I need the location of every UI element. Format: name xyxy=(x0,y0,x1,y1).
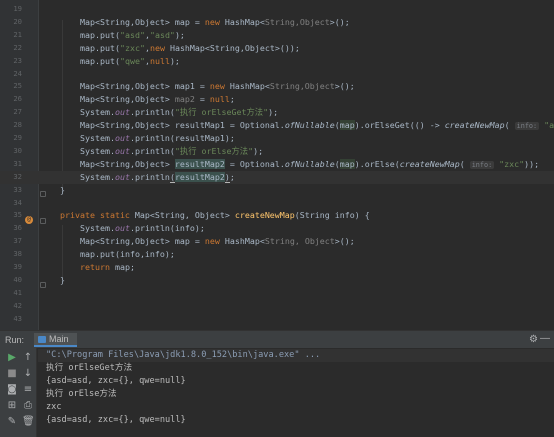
rerun-icon[interactable]: ▶ xyxy=(6,352,18,364)
console-line: 执行 orElseGet方法 xyxy=(46,363,133,373)
code-line[interactable]: 27 System.out.println("执行 orElseGet方法"); xyxy=(0,106,554,119)
line-number: 35 xyxy=(13,210,22,220)
code-line[interactable]: 30 System.out.println("执行 orElse方法"); xyxy=(0,145,554,158)
run-panel-header: Run: Main ⚙ — xyxy=(0,330,554,349)
code-text: System.out.println("执行 orElseGet方法"); xyxy=(80,107,279,118)
screenshot-icon[interactable]: ◙ xyxy=(6,384,18,396)
scroll-down-icon[interactable]: ↓ xyxy=(22,368,34,380)
code-text: private static Map<String, Object> creat… xyxy=(60,210,370,221)
code-text: System.out.println(info); xyxy=(80,223,205,234)
method-marker-icon[interactable]: @ xyxy=(25,216,33,224)
code-text: System.out.println(resultMap2); xyxy=(80,171,235,183)
line-number: 34 xyxy=(13,197,22,207)
code-text: System.out.println(resultMap1); xyxy=(80,133,235,143)
line-number: 29 xyxy=(13,133,22,142)
code-line[interactable]: 41 xyxy=(0,287,554,300)
code-line[interactable]: 22 map.put("zxc",new HashMap<String,Objec… xyxy=(0,42,554,55)
console-line: {asd=asd, zxc={}, qwe=null} xyxy=(46,415,186,425)
code-line[interactable]: 25 Map<String,Object> map1 = new HashMap<… xyxy=(0,80,554,93)
line-number: 27 xyxy=(13,107,22,117)
code-line[interactable]: 36 System.out.println(info); xyxy=(0,222,554,235)
code-line[interactable]: 20 Map<String,Object> map = new HashMap<S… xyxy=(0,16,554,29)
scroll-up-icon[interactable]: ↑ xyxy=(22,352,34,364)
code-line[interactable]: 42 xyxy=(0,300,554,313)
soft-wrap-icon[interactable]: ≡ xyxy=(22,384,34,396)
console-line: {asd=asd, zxc={}, qwe=null} xyxy=(46,376,186,386)
code-line[interactable]: 40} xyxy=(0,274,554,287)
code-line[interactable]: 28 Map<String,Object> resultMap1 = Option… xyxy=(0,119,554,132)
code-text: map.put(info,info); xyxy=(80,249,175,260)
line-number: 39 xyxy=(13,262,22,271)
line-number: 33 xyxy=(13,184,22,194)
code-line[interactable]: 33} xyxy=(0,184,554,197)
line-number: 22 xyxy=(13,42,22,52)
line-number: 38 xyxy=(13,249,22,259)
code-text: return map; xyxy=(80,262,135,272)
code-line[interactable]: 39 return map; xyxy=(0,261,554,274)
code-line[interactable]: 24 xyxy=(0,68,554,81)
console-icon xyxy=(38,336,46,343)
line-number: 28 xyxy=(13,120,22,130)
fold-marker[interactable] xyxy=(40,282,46,288)
code-text: Map<String,Object> map = new HashMap<Str… xyxy=(80,16,350,27)
line-number: 23 xyxy=(13,55,22,65)
line-number: 19 xyxy=(13,4,22,13)
console-line: 执行 orElse方法 xyxy=(46,389,117,399)
run-console[interactable]: ▶ ↑ ■ ↓ ◙ ≡ ⊞ ⎙ ✎ 🗑 "C:\Program Files\Ja… xyxy=(0,348,554,437)
run-toolbar: ▶ ↑ ■ ↓ ◙ ≡ ⊞ ⎙ ✎ 🗑 xyxy=(0,348,37,437)
line-number: 37 xyxy=(13,236,22,246)
code-text: System.out.println("执行 orElse方法"); xyxy=(80,145,264,156)
code-line[interactable]: 43 xyxy=(0,313,554,326)
code-line[interactable]: 31 Map<String,Object> resultMap2 = Option… xyxy=(0,158,554,171)
code-text: Map<String,Object> map1 = new HashMap<St… xyxy=(80,81,355,92)
code-line[interactable]: 23 map.put("qwe",null); xyxy=(0,55,554,68)
settings-icon[interactable]: ⊞ xyxy=(6,400,18,412)
code-text: map.put("qwe",null); xyxy=(80,55,180,66)
code-text: Map<String,Object> map2 = null; xyxy=(80,94,235,105)
line-number: 31 xyxy=(13,158,22,168)
code-line[interactable]: 37 Map<String,Object> map = new HashMap<S… xyxy=(0,235,554,248)
line-number: 43 xyxy=(13,313,22,323)
pin-icon[interactable]: ✎ xyxy=(6,416,18,428)
code-editor[interactable]: 19 20 Map<String,Object> map = new HashMap… xyxy=(0,0,554,330)
fold-marker[interactable] xyxy=(40,191,46,197)
run-tab-label: Main xyxy=(49,334,69,344)
line-number: 41 xyxy=(13,287,22,297)
line-number: 25 xyxy=(13,81,22,91)
stop-icon[interactable]: ■ xyxy=(6,368,18,380)
code-line[interactable]: 19 xyxy=(0,3,554,16)
line-number: 40 xyxy=(13,274,22,284)
code-line[interactable]: 32 System.out.println(resultMap2); xyxy=(0,170,554,184)
code-text: map.put("zxc",new HashMap<String,Object>… xyxy=(80,42,300,53)
run-tab-main[interactable]: Main xyxy=(34,333,77,347)
line-number: 30 xyxy=(13,145,22,155)
code-line[interactable]: 21 map.put("asd","asd"); xyxy=(0,29,554,42)
code-line[interactable]: 29 System.out.println(resultMap1); xyxy=(0,132,554,145)
code-text: Map<String,Object> resultMap2 = Optional… xyxy=(80,158,540,169)
line-number: 36 xyxy=(13,223,22,233)
minimize-icon[interactable]: — xyxy=(540,333,550,344)
trash-icon[interactable]: 🗑 xyxy=(22,416,35,428)
line-number: 32 xyxy=(13,171,22,181)
print-icon[interactable]: ⎙ xyxy=(22,400,34,412)
line-number: 20 xyxy=(13,16,22,26)
code-line[interactable]: 38 map.put(info,info); xyxy=(0,248,554,261)
gear-icon[interactable]: ⚙ xyxy=(529,334,538,345)
code-text: Map<String,Object> resultMap1 = Optional… xyxy=(80,120,554,131)
line-number: 26 xyxy=(13,94,22,104)
line-number: 24 xyxy=(13,68,22,78)
code-text: } xyxy=(60,274,65,285)
run-label: Run: xyxy=(5,335,25,345)
fold-marker[interactable] xyxy=(40,218,46,224)
console-line: "C:\Program Files\Java\jdk1.8.0_152\bin\… xyxy=(38,349,554,362)
code-text: } xyxy=(60,184,65,195)
code-text: map.put("asd","asd"); xyxy=(80,29,185,40)
console-line: zxc xyxy=(46,402,62,412)
code-line[interactable]: 34 xyxy=(0,197,554,210)
code-line[interactable]: 26 Map<String,Object> map2 = null; xyxy=(0,93,554,106)
line-number: 42 xyxy=(13,300,22,310)
code-text: Map<String,Object> map = new HashMap<Str… xyxy=(80,236,355,247)
code-line[interactable]: 35 private static Map<String, Object> cre… xyxy=(0,209,554,222)
line-number: 21 xyxy=(13,29,22,39)
